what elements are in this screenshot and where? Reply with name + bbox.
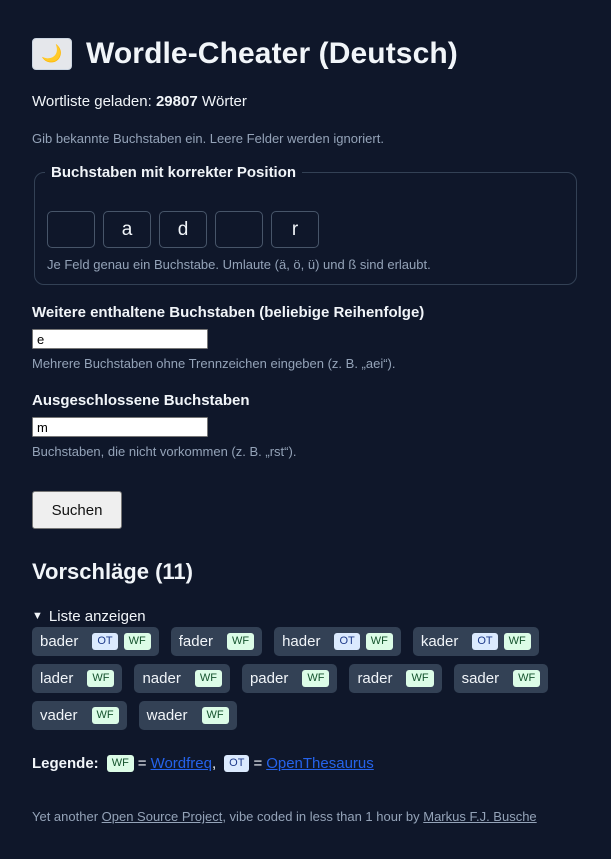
result-chip: pader WF (241, 664, 338, 693)
excluded-hint: Buchstaben, die nicht vorkommen (z. B. „… (32, 444, 297, 459)
result-chip: lader WF (32, 664, 123, 693)
result-chip: bader OT WF (32, 627, 159, 656)
wordlist-count: 29807 (155, 93, 198, 110)
ot-badge: OT (472, 633, 498, 650)
position-slot-5[interactable] (271, 211, 319, 248)
wf-badge: WF (123, 633, 151, 650)
result-word: vader (40, 707, 78, 724)
result-word: pader (249, 670, 289, 687)
included-label: Weitere enthaltene Buchstaben (beliebige… (32, 304, 425, 321)
moon-icon: 🌙 (32, 38, 72, 70)
openthesaurus-link[interactable]: OpenThesaurus (266, 755, 374, 772)
footer-prefix: Yet another (32, 809, 102, 824)
wordfreq-link[interactable]: Wordfreq (151, 755, 212, 772)
wf-badge: WF (513, 670, 541, 687)
result-chip: rader WF (349, 664, 442, 693)
page-title: Wordle-Cheater (Deutsch) (86, 37, 458, 70)
included-hint: Mehrere Buchstaben ohne Trennzeichen ein… (32, 356, 396, 371)
position-legend: Buchstaben mit korrekter Position (51, 164, 297, 181)
result-chip: nader WF (134, 664, 230, 693)
wf-badge: WF (406, 670, 434, 687)
open-source-project-link[interactable]: Open Source Project (102, 809, 223, 824)
legend-comma: , (211, 755, 217, 772)
results-toggle[interactable]: ▼ Liste anzeigen (32, 607, 592, 625)
result-chip: sader WF (453, 664, 549, 693)
legend-equals-2: = (253, 755, 263, 772)
result-chip: vader WF (32, 701, 127, 730)
instructions: Gib bekannte Buchstaben ein. Leere Felde… (32, 131, 384, 146)
result-word: sader (461, 670, 500, 687)
result-word: fader (178, 633, 213, 650)
footer: Yet another Open Source Project, vibe co… (32, 809, 537, 824)
ot-badge: OT (92, 633, 118, 650)
result-chip: hader OT WF (274, 627, 401, 656)
result-chip: fader WF (170, 627, 263, 656)
excluded-input[interactable] (32, 417, 208, 437)
position-slot-4[interactable] (215, 211, 263, 248)
position-hint: Je Feld genau ein Buchstabe. Umlaute (ä,… (47, 257, 431, 272)
result-chip: kader OT WF (412, 627, 539, 656)
legend-equals: = (137, 755, 147, 772)
result-word: rader (357, 670, 393, 687)
ot-badge: OT (224, 755, 250, 772)
legend: Legende: WF = Wordfreq, OT = OpenThesaur… (32, 755, 374, 772)
excluded-label: Ausgeschlossene Buchstaben (32, 392, 250, 409)
result-word: hader (282, 633, 321, 650)
results-toggle-label: Liste anzeigen (48, 607, 146, 625)
results-heading: Vorschläge (11) (32, 559, 193, 584)
wf-badge: WF (194, 670, 222, 687)
position-slot-2[interactable] (103, 211, 151, 248)
wf-badge: WF (201, 707, 229, 724)
search-button[interactable]: Suchen (32, 491, 122, 529)
wf-badge: WF (302, 670, 330, 687)
wf-badge: WF (87, 670, 115, 687)
wf-badge: WF (91, 707, 119, 724)
legend-label: Legende: (32, 755, 99, 772)
position-slot-1[interactable] (47, 211, 95, 248)
result-word: lader (40, 670, 74, 687)
footer-middle: , vibe coded in less than 1 hour by (222, 809, 424, 824)
result-chip: wader WF (138, 701, 237, 730)
result-word: kader (420, 633, 459, 650)
wordlist-status: Wortliste geladen: 29807 Wörter (32, 93, 247, 110)
result-word: nader (142, 670, 181, 687)
results-list: bader OT WF fader WF hader OT WF kader OT WF lader W… (32, 627, 592, 738)
result-word: wader (146, 707, 188, 724)
wf-badge: WF (106, 755, 134, 772)
position-slots (47, 211, 319, 248)
position-fieldset: Buchstaben mit korrekter Position Je Fel… (34, 164, 577, 285)
ot-badge: OT (334, 633, 360, 650)
header: 🌙 Wordle-Cheater (Deutsch) (32, 37, 458, 71)
wordlist-suffix: Wörter (197, 93, 247, 110)
wf-badge: WF (503, 633, 531, 650)
results-details: ▼ Liste anzeigen bader OT WF fader WF hader OT… (32, 607, 592, 738)
included-input[interactable] (32, 329, 208, 349)
triangle-down-icon: ▼ (32, 610, 43, 622)
wordlist-prefix: Wortliste geladen: (32, 93, 156, 110)
wf-badge: WF (365, 633, 393, 650)
position-slot-3[interactable] (159, 211, 207, 248)
author-link[interactable]: Markus F.J. Busche (423, 809, 536, 824)
result-word: bader (40, 633, 79, 650)
wf-badge: WF (226, 633, 255, 650)
